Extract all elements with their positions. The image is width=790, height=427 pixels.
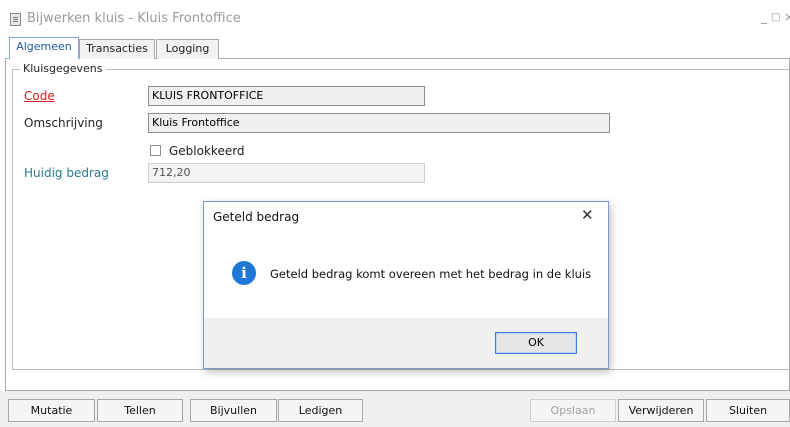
verwijderen-button[interactable]: Verwijderen [618,399,704,422]
tellen-button[interactable]: Tellen [97,399,183,422]
dialog-footer: OK [204,318,608,368]
dialog-title: Geteld bedrag [213,210,300,224]
app-icon [10,13,21,26]
info-icon: i [232,261,256,285]
window-title: Bijwerken kluis - Kluis Frontoffice [27,11,241,26]
group-title: Kluisgegevens [20,62,106,75]
omschrijving-label: Omschrijving [24,116,103,130]
minimize-button[interactable]: _ [761,10,767,24]
code-label: Code [24,89,55,103]
bijvullen-button[interactable]: Bijvullen [190,399,277,422]
close-window-button[interactable]: × [784,10,790,24]
omschrijving-field[interactable]: Kluis Frontoffice [148,113,610,133]
maximize-button[interactable]: □ [771,12,780,23]
huidig-bedrag-field: 712,20 [148,163,425,183]
mutatie-button[interactable]: Mutatie [8,399,95,422]
opslaan-button[interactable]: Opslaan [530,399,616,422]
geblokkeerd-label[interactable]: Geblokkeerd [169,144,245,158]
code-field[interactable]: KLUIS FRONTOFFICE [148,86,425,106]
message-dialog: Geteld bedrag ✕ i Geteld bedrag komt ove… [203,201,609,369]
huidig-bedrag-label: Huidig bedrag [24,166,109,180]
dialog-close-icon[interactable]: ✕ [581,206,594,224]
geblokkeerd-checkbox[interactable] [150,145,161,156]
tab-algemeen[interactable]: Algemeen [9,37,79,59]
tab-transacties[interactable]: Transacties [79,39,155,59]
dialog-message: Geteld bedrag komt overeen met het bedra… [270,267,592,281]
tab-logging[interactable]: Logging [156,39,219,59]
ok-button[interactable]: OK [495,332,577,354]
ledigen-button[interactable]: Ledigen [278,399,363,422]
title-bar: Bijwerken kluis - Kluis Frontoffice _ □ … [0,0,790,38]
sluiten-button[interactable]: Sluiten [706,399,790,422]
